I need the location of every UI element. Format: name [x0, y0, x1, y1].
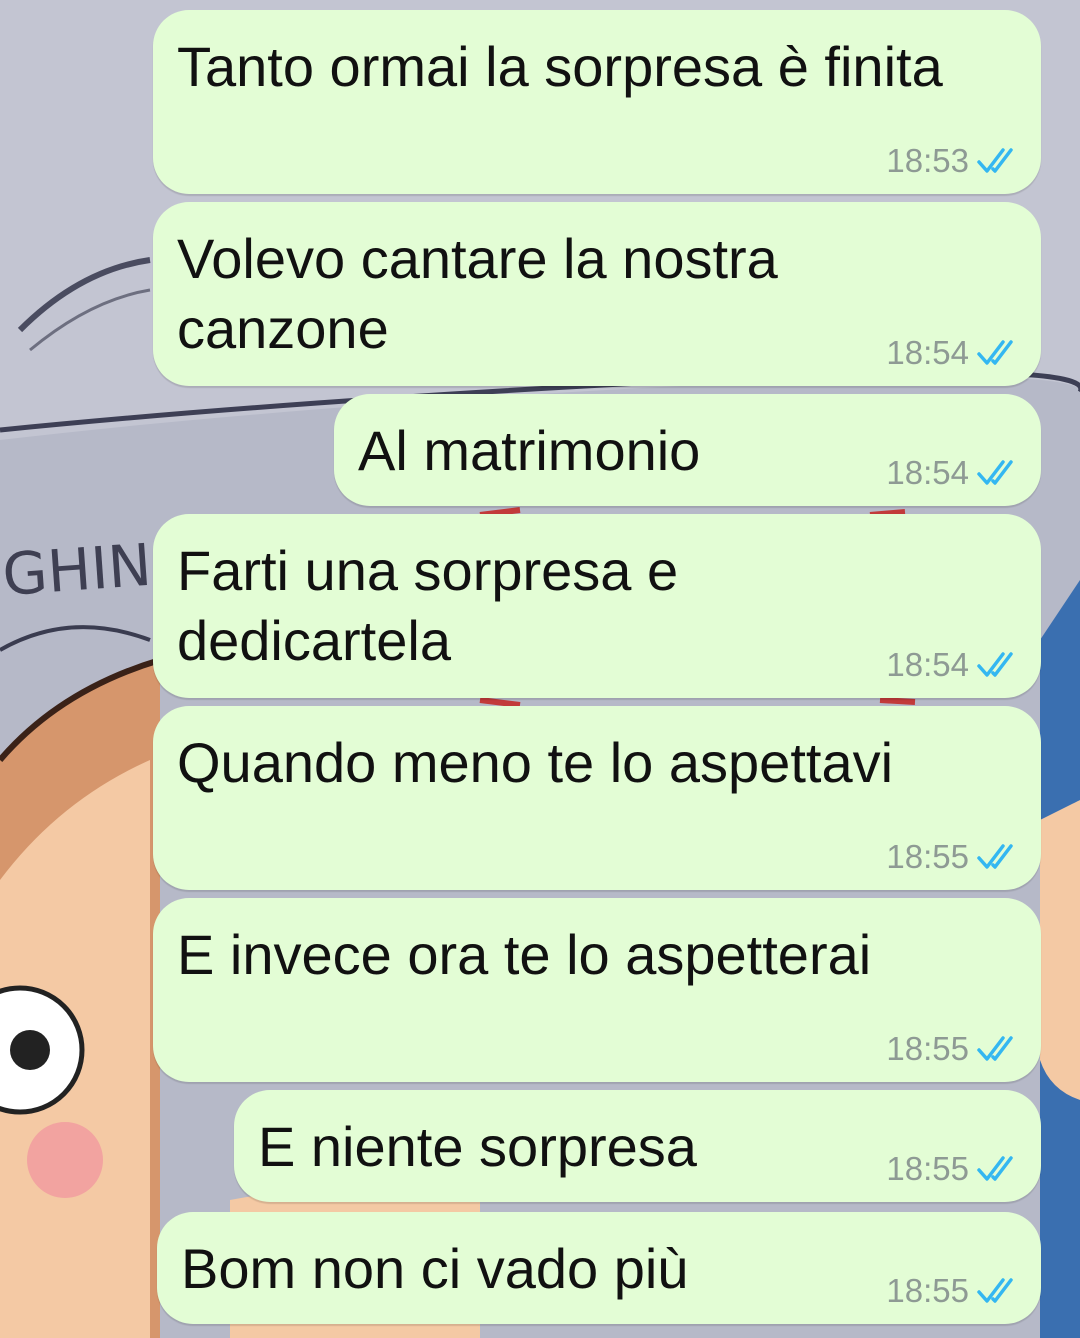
message-meta: 18:55 — [886, 1030, 1021, 1068]
message-meta: 18:54 — [886, 646, 1021, 684]
message-bubble[interactable]: Bom non ci vado più 18:55 — [157, 1212, 1041, 1324]
message-bubble[interactable]: Farti una sorpresa e dedicartela 18:54 — [153, 514, 1041, 698]
message-bubble[interactable]: E invece ora te lo aspetterai 18:55 — [153, 898, 1041, 1082]
double-check-read-icon — [977, 148, 1013, 173]
message-time: 18:53 — [886, 142, 969, 179]
message-time: 18:55 — [886, 838, 969, 875]
message-bubble[interactable]: E niente sorpresa 18:55 — [234, 1090, 1041, 1202]
message-meta: 18:55 — [886, 838, 1021, 876]
message-bubble[interactable]: Quando meno te lo aspettavi 18:55 — [153, 706, 1041, 890]
message-bubble[interactable]: Volevo cantare la nostra canzone 18:54 — [153, 202, 1041, 386]
message-time: 18:55 — [886, 1150, 969, 1187]
message-text: Tanto ormai la sorpresa è finita — [177, 35, 943, 98]
message-meta: 18:53 — [886, 142, 1021, 180]
message-meta: 18:55 — [886, 1150, 1021, 1188]
message-bubble[interactable]: Tanto ormai la sorpresa è finita 18:53 — [153, 10, 1041, 194]
message-text: E invece ora te lo aspetterai — [177, 923, 872, 986]
double-check-read-icon — [977, 1156, 1013, 1181]
message-meta: 18:54 — [886, 334, 1021, 372]
message-time: 18:55 — [886, 1030, 969, 1067]
double-check-read-icon — [977, 1036, 1013, 1061]
double-check-read-icon — [977, 652, 1013, 677]
wallpaper-text-fragment: GHIN — [0, 531, 153, 609]
message-bubble[interactable]: Al matrimonio 18:54 — [334, 394, 1041, 506]
message-time: 18:54 — [886, 334, 969, 371]
message-meta: 18:54 — [886, 454, 1021, 492]
message-time: 18:55 — [886, 1272, 969, 1309]
message-time: 18:54 — [886, 646, 969, 683]
double-check-read-icon — [977, 460, 1013, 485]
message-time: 18:54 — [886, 454, 969, 491]
double-check-read-icon — [977, 844, 1013, 869]
double-check-read-icon — [977, 340, 1013, 365]
message-meta: 18:55 — [886, 1272, 1021, 1310]
double-check-read-icon — [977, 1278, 1013, 1303]
message-text: Quando meno te lo aspettavi — [177, 731, 894, 794]
